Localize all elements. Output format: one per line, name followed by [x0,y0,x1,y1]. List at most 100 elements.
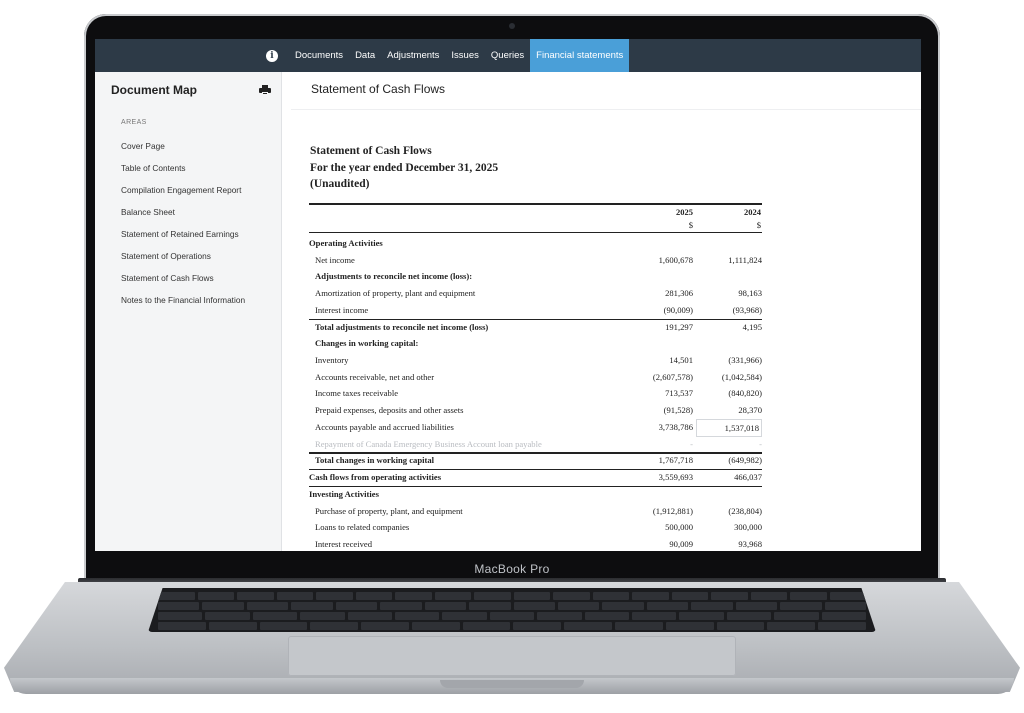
row-value-2024: - [759,438,762,449]
row-value-2025: 90,009 [669,538,693,549]
row-value-2024: (238,804) [728,505,762,516]
table-row: Income taxes receivable 713,537 (840,820) [309,385,762,402]
nav-issues[interactable]: Issues [445,39,484,72]
doc-map-item-operations[interactable]: Statement of Operations [121,250,245,272]
areas-label: AREAS [121,119,147,126]
row-label: Changes in working capital: [315,338,419,349]
row-value-2025: 3,738,786 [658,421,693,432]
statement-period: For the year ended December 31, 2025 [310,161,499,174]
table-row: Adjustments to reconcile net income (los… [309,268,762,285]
print-icon[interactable] [259,85,271,95]
row-label: Prepaid expenses, deposits and other ass… [315,405,464,416]
laptop-keyboard [148,588,876,632]
row-value-2024: 28,370 [738,405,762,416]
table-row: Interest income (90,009) (93,968) [309,302,762,319]
row-label: Interest received [315,538,373,549]
doc-map-item-notes[interactable]: Notes to the Financial Information [121,294,245,316]
app-screen: i Documents Data Adjustments Issues Quer… [95,39,921,551]
row-value-2025: 713,537 [665,388,693,399]
document-map-sidebar: Document Map AREAS Cover Page Table of C… [95,72,282,551]
row-label: Repayment of Canada Emergency Business A… [315,438,542,449]
doc-map-item-cash-flows[interactable]: Statement of Cash Flows [121,272,245,294]
row-value-2024[interactable]: 1,537,018 [696,418,762,437]
row-value-2024: 1,111,824 [728,254,762,265]
row-value-2025: 191,297 [665,321,693,332]
nav-financial-statements[interactable]: Financial statements [530,39,630,72]
trackpad [288,636,736,676]
row-value-2024: 98,163 [738,288,762,299]
top-nav: Documents Data Adjustments Issues Querie… [289,39,630,72]
table-row: Interest received 90,009 93,968 [309,536,762,551]
title-divider [291,109,921,110]
document-map-list: Cover Page Table of Contents Compilation… [121,140,245,316]
doc-map-item-retained-earnings[interactable]: Statement of Retained Earnings [121,228,245,250]
doc-map-item-table-of-contents[interactable]: Table of Contents [121,162,245,184]
total-rule [309,469,762,471]
row-label: Interest income [315,304,369,315]
document-map-title: Document Map [111,83,198,97]
row-value-2024: (93,968) [732,304,762,315]
doc-map-item-balance-sheet[interactable]: Balance Sheet [121,206,245,228]
row-label: Adjustments to reconcile net income (los… [315,271,473,282]
row-value-2025: 281,306 [665,288,693,299]
row-value-2025: (1,912,881) [652,505,693,516]
column-year-2024: 2024 [744,207,761,217]
table-row: Accounts receivable, net and other (2,607… [309,369,762,386]
row-value-2025: 1,767,718 [658,455,693,466]
total-rule [309,318,762,320]
row-value-2025: - [690,438,693,449]
row-value-2024: (1,042,584) [721,371,762,382]
nav-documents[interactable]: Documents [289,39,349,72]
nav-data[interactable]: Data [349,39,381,72]
row-label: Accounts payable and accrued liabilities [315,421,454,432]
table-row: Cash flows from operating activities 3,55… [309,469,762,486]
statement-heading: Statement of Cash Flows For the year end… [310,143,498,193]
table-row: Changes in working capital: [309,335,762,352]
row-label: Total changes in working capital [315,455,435,466]
row-value-2024: (331,966) [728,355,762,366]
row-value-2025: (2,607,578) [652,371,693,382]
row-label: Purchase of property, plant, and equipme… [315,505,463,516]
table-row: Amortization of property, plant and equi… [309,285,762,302]
total-rule [309,452,762,455]
row-value-2024: (840,820) [728,388,762,399]
top-nav-bar: i Documents Data Adjustments Issues Quer… [95,39,921,72]
row-value-2024: (649,982) [728,455,762,466]
row-label: Operating Activities [309,238,383,248]
column-currency-2024: $ [756,220,761,230]
device-label: MacBook Pro [474,562,550,576]
doc-map-item-compilation-report[interactable]: Compilation Engagement Report [121,184,245,206]
table-row: Repayment of Canada Emergency Business A… [309,436,762,453]
row-value-2024: 466,037 [734,472,762,483]
table-row: Inventory 14,501 (331,966) [309,352,762,369]
table-row: Total adjustments to reconcile net incom… [309,319,762,336]
page-title: Statement of Cash Flows [311,82,446,96]
row-value-2025: (91,528) [663,405,693,416]
nav-adjustments[interactable]: Adjustments [381,39,445,72]
nav-queries[interactable]: Queries [485,39,530,72]
info-icon[interactable]: i [266,50,278,62]
table-top-rule [309,203,762,205]
table-row: Operating Activities [309,235,762,252]
row-label: Inventory [315,355,349,366]
column-currency-2025: $ [688,220,693,230]
doc-map-item-cover-page[interactable]: Cover Page [121,140,245,162]
row-label: Income taxes receivable [315,388,399,399]
table-row: Investing Activities [309,486,762,503]
table-header-rule [309,232,762,233]
column-year-2025: 2025 [676,207,693,217]
row-label: Total adjustments to reconcile net incom… [315,321,489,332]
statement-title: Statement of Cash Flows [310,145,432,157]
row-label: Cash flows from operating activities [309,472,442,483]
row-label: Investing Activities [309,488,379,499]
table-row: Prepaid expenses, deposits and other ass… [309,402,762,419]
row-value-2024: 300,000 [734,522,762,533]
row-value-2025: 1,600,678 [658,254,693,265]
row-value-2025: 500,000 [665,522,693,533]
row-value-2024: 4,195 [742,321,762,332]
row-label: Net income [315,254,355,265]
table-row: Total changes in working capital 1,767,71… [309,452,762,469]
row-value-2024: 93,968 [738,538,762,549]
laptop-notch [440,680,584,688]
camera-icon [509,23,515,29]
